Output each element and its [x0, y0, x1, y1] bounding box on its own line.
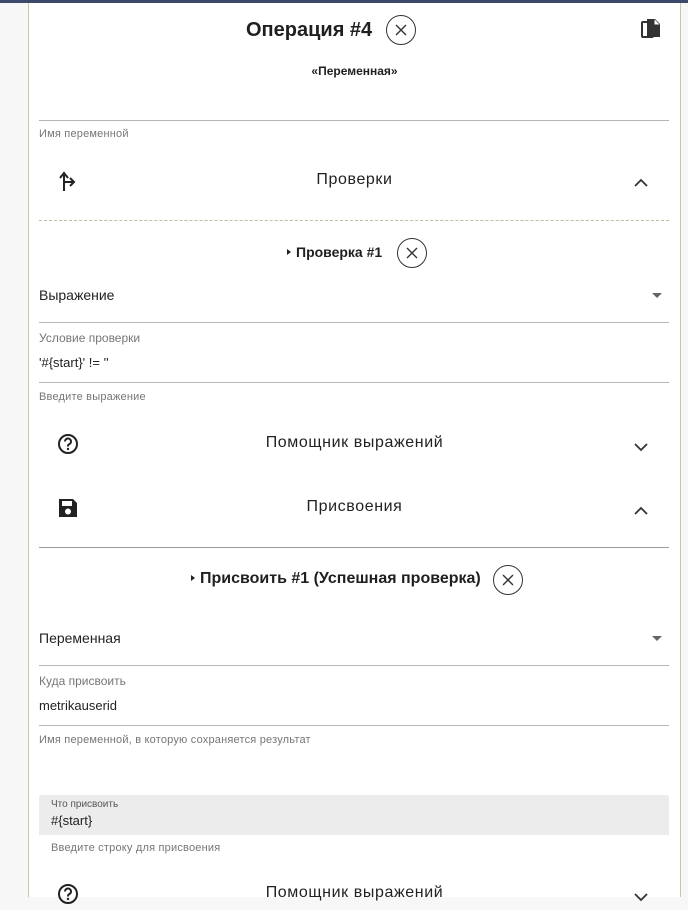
check-type-select[interactable]: Выражение [39, 287, 114, 303]
name-field-underline[interactable] [39, 120, 669, 121]
chevron-up-icon [634, 506, 648, 515]
close-icon [502, 574, 514, 586]
checks-section-title[interactable]: Проверки [29, 171, 680, 189]
remove-check-button[interactable] [397, 238, 427, 268]
check-expr-helper-title[interactable]: Помощник выражений [29, 434, 680, 452]
remove-operation-button[interactable] [386, 15, 416, 45]
condition-input[interactable]: '#{start}' != '' [39, 355, 109, 370]
section-divider [39, 220, 669, 221]
condition-label: Условие проверки [39, 331, 141, 345]
check-type-underline [39, 322, 669, 323]
close-icon [406, 247, 418, 259]
operation-subtitle: «Переменная» [311, 64, 398, 78]
assignment-item-title-text: Присвоить #1 (Успешная проверка) [200, 570, 481, 587]
what-value[interactable]: #{start} [51, 813, 92, 828]
what-input[interactable]: Что присвоить #{start} [39, 795, 669, 835]
checks-collapse-toggle[interactable] [634, 175, 648, 193]
target-label: Куда присвоить [39, 674, 126, 688]
chevron-up-icon [634, 178, 648, 187]
assign-expr-helper-toggle[interactable] [634, 889, 648, 907]
assignments-collapse-toggle[interactable] [634, 503, 648, 521]
close-icon [395, 24, 407, 36]
target-helper-text: Имя переменной, в которую сохраняется ре… [39, 734, 311, 746]
copy-icon [641, 19, 660, 38]
caret-right-icon [287, 249, 291, 256]
condition-helper-text: Введите выражение [39, 391, 146, 403]
check-item-title-text: Проверка #1 [296, 244, 383, 260]
condition-underline [39, 382, 669, 383]
remove-assignment-button[interactable] [493, 565, 523, 595]
assignment-item-title[interactable]: Присвоить #1 (Успешная проверка) [191, 570, 481, 588]
assignment-type-select[interactable]: Переменная [39, 630, 121, 646]
name-helper-text: Имя переменной [39, 128, 129, 140]
target-underline [39, 725, 669, 726]
chevron-down-icon [634, 893, 648, 902]
target-input[interactable]: metrikauserid [39, 698, 117, 713]
assignment-type-underline [39, 665, 669, 666]
operation-title: Операция #4 [246, 19, 373, 41]
what-label: Что присвоить [51, 799, 119, 810]
check-item-title[interactable]: Проверка #1 [287, 244, 382, 260]
operation-panel: Операция #4 «Переменная» Имя переменной … [28, 3, 681, 904]
copy-button[interactable] [641, 18, 661, 45]
assign-expr-helper-title[interactable]: Помощник выражений [29, 884, 680, 902]
dropdown-arrow-icon[interactable] [652, 293, 662, 298]
section-divider [39, 547, 669, 548]
check-expr-helper-toggle[interactable] [634, 439, 648, 457]
chevron-down-icon [634, 443, 648, 452]
caret-right-icon [191, 574, 195, 581]
what-helper-text: Введите строку для присвоения [51, 842, 221, 854]
assignments-section-title[interactable]: Присвоения [29, 498, 680, 516]
dropdown-arrow-icon[interactable] [652, 636, 662, 641]
